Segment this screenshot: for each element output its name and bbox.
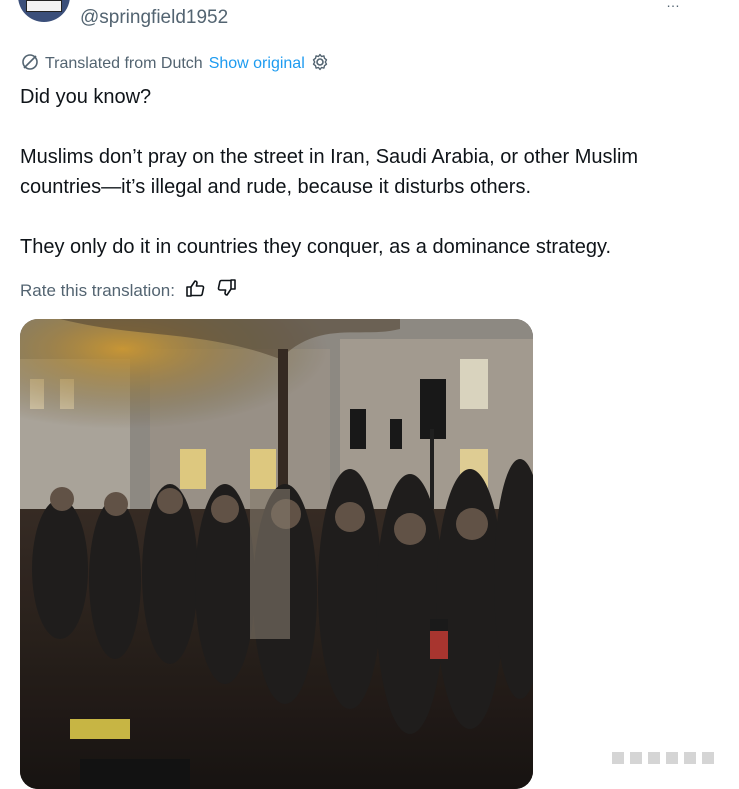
thumbs-down-icon[interactable] bbox=[217, 278, 237, 303]
watermark bbox=[612, 748, 732, 770]
thumbs-up-icon[interactable] bbox=[185, 278, 205, 303]
rate-translation: Rate this translation: bbox=[20, 278, 237, 303]
tweet-paragraph: Did you know? bbox=[20, 86, 152, 108]
more-icon[interactable]: … bbox=[666, 0, 680, 10]
user-handle[interactable]: @springfield1952 bbox=[80, 7, 228, 29]
photo-image bbox=[20, 319, 533, 789]
tweet-paragraph: They only do it in countries they conque… bbox=[20, 236, 612, 258]
tweet-paragraph: Muslims don’t pray on the street in Iran… bbox=[20, 146, 639, 198]
show-original-link[interactable]: Show original bbox=[209, 55, 305, 73]
settings-gear-icon[interactable] bbox=[310, 52, 330, 77]
translated-label: Translated from Dutch bbox=[45, 55, 203, 72]
rate-label: Rate this translation: bbox=[20, 280, 175, 300]
translate-icon bbox=[20, 52, 40, 77]
tweet-text: Did you know? Muslims don’t pray on the … bbox=[20, 82, 720, 262]
tweet-photo[interactable] bbox=[20, 319, 533, 789]
translation-bar: Translated from Dutch Show original bbox=[20, 52, 330, 77]
avatar[interactable] bbox=[18, 0, 70, 22]
